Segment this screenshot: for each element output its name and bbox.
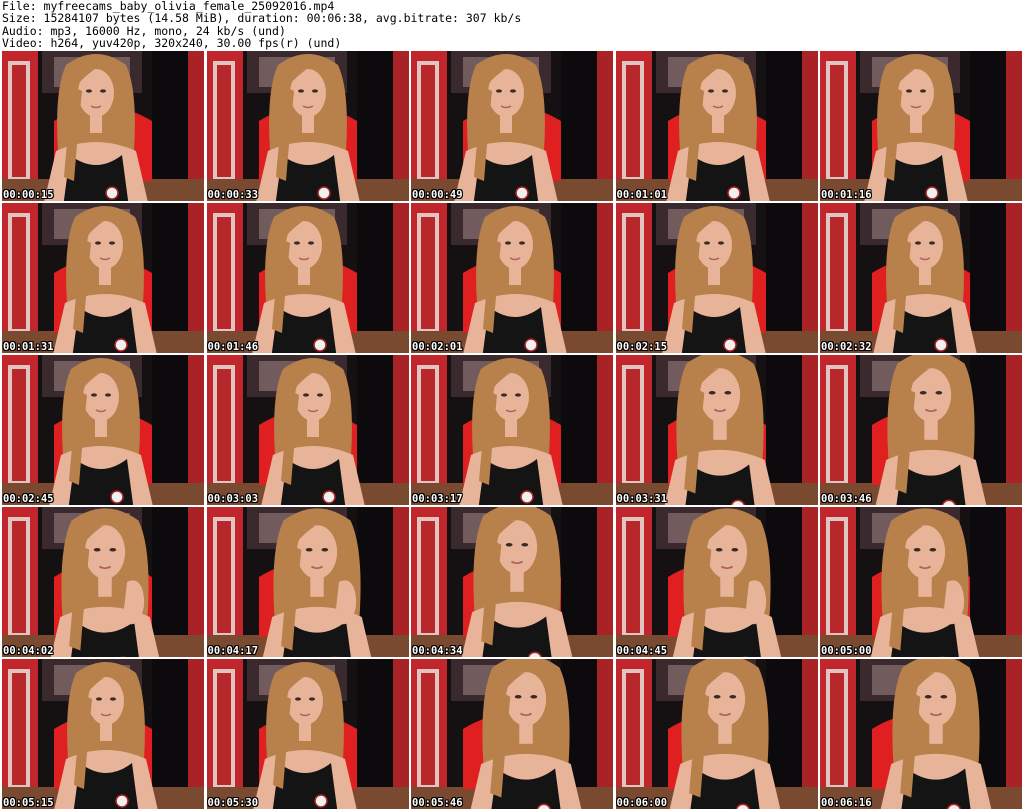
video-thumbnail[interactable]: 00:02:32 xyxy=(820,203,1022,353)
video-thumbnail[interactable]: 00:06:00 xyxy=(615,659,818,809)
video-thumbnail[interactable]: 00:02:01 xyxy=(411,203,613,353)
video-thumbnail[interactable]: 00:06:16 xyxy=(820,659,1022,809)
video-thumbnail[interactable]: 00:00:15 xyxy=(2,51,204,201)
timestamp-label: 00:00:15 xyxy=(3,189,54,201)
timestamp-label: 00:01:31 xyxy=(3,341,54,353)
video-thumbnail[interactable]: 00:00:49 xyxy=(411,51,613,201)
timestamp-label: 00:03:31 xyxy=(616,493,668,505)
video-line: Video: h264, yuv420p, 320x240, 30.00 fps… xyxy=(2,36,342,51)
video-thumbnail[interactable]: 00:02:15 xyxy=(615,203,818,353)
video-thumbnail[interactable]: 00:04:45 xyxy=(615,507,818,657)
timestamp-label: 00:03:46 xyxy=(821,493,872,505)
timestamp-label: 00:06:00 xyxy=(616,797,668,809)
timestamp-label: 00:01:01 xyxy=(616,189,668,201)
timestamp-label: 00:06:16 xyxy=(821,797,872,809)
video-thumbnail[interactable]: 00:05:00 xyxy=(820,507,1022,657)
timestamp-label: 00:03:17 xyxy=(412,493,463,505)
timestamp-label: 00:02:15 xyxy=(616,341,668,353)
video-thumbnail[interactable]: 00:03:46 xyxy=(820,355,1022,505)
timestamp-label: 00:01:46 xyxy=(207,341,259,353)
timestamp-label: 00:04:17 xyxy=(207,645,259,657)
timestamp-label: 00:05:00 xyxy=(821,645,872,657)
video-thumbnail[interactable]: 00:01:16 xyxy=(820,51,1022,201)
video-thumbnail[interactable]: 00:02:45 xyxy=(2,355,204,505)
video-thumbnail[interactable]: 00:04:17 xyxy=(206,507,409,657)
timestamp-label: 00:03:03 xyxy=(207,493,259,505)
timestamp-label: 00:04:34 xyxy=(412,645,463,657)
timestamp-label: 00:05:15 xyxy=(3,797,54,809)
thumbnail-grid: 00:00:15 00:00:33 00:00:49 00:01:01 00:0… xyxy=(2,51,1022,809)
timestamp-label: 00:02:45 xyxy=(3,493,54,505)
video-thumbnail[interactable]: 00:03:03 xyxy=(206,355,409,505)
size-line: Size: 15284107 bytes (14.58 MiB), durati… xyxy=(2,11,522,26)
video-thumbnail[interactable]: 00:05:15 xyxy=(2,659,204,809)
timestamp-label: 00:00:33 xyxy=(207,189,259,201)
timestamp-label: 00:05:30 xyxy=(207,797,259,809)
video-thumbnail[interactable]: 00:03:31 xyxy=(615,355,818,505)
video-thumbnail[interactable]: 00:01:01 xyxy=(615,51,818,201)
timestamp-label: 00:04:45 xyxy=(616,645,668,657)
timestamp-label: 00:00:49 xyxy=(412,189,463,201)
video-thumbnail[interactable]: 00:01:31 xyxy=(2,203,204,353)
timestamp-label: 00:05:46 xyxy=(412,797,463,809)
file-info-header: File: myfreecams_baby_olivia_female_2509… xyxy=(2,0,1022,50)
video-thumbnail[interactable]: 00:05:30 xyxy=(206,659,409,809)
video-thumbnail[interactable]: 00:00:33 xyxy=(206,51,409,201)
video-thumbnail[interactable]: 00:03:17 xyxy=(411,355,613,505)
video-thumbnail[interactable]: 00:05:46 xyxy=(411,659,613,809)
video-thumbnail[interactable]: 00:04:34 xyxy=(411,507,613,657)
video-thumbnail[interactable]: 00:04:02 xyxy=(2,507,204,657)
timestamp-label: 00:02:32 xyxy=(821,341,872,353)
video-thumbnail[interactable]: 00:01:46 xyxy=(206,203,409,353)
timestamp-label: 00:01:16 xyxy=(821,189,872,201)
timestamp-label: 00:04:02 xyxy=(3,645,54,657)
timestamp-label: 00:02:01 xyxy=(412,341,463,353)
